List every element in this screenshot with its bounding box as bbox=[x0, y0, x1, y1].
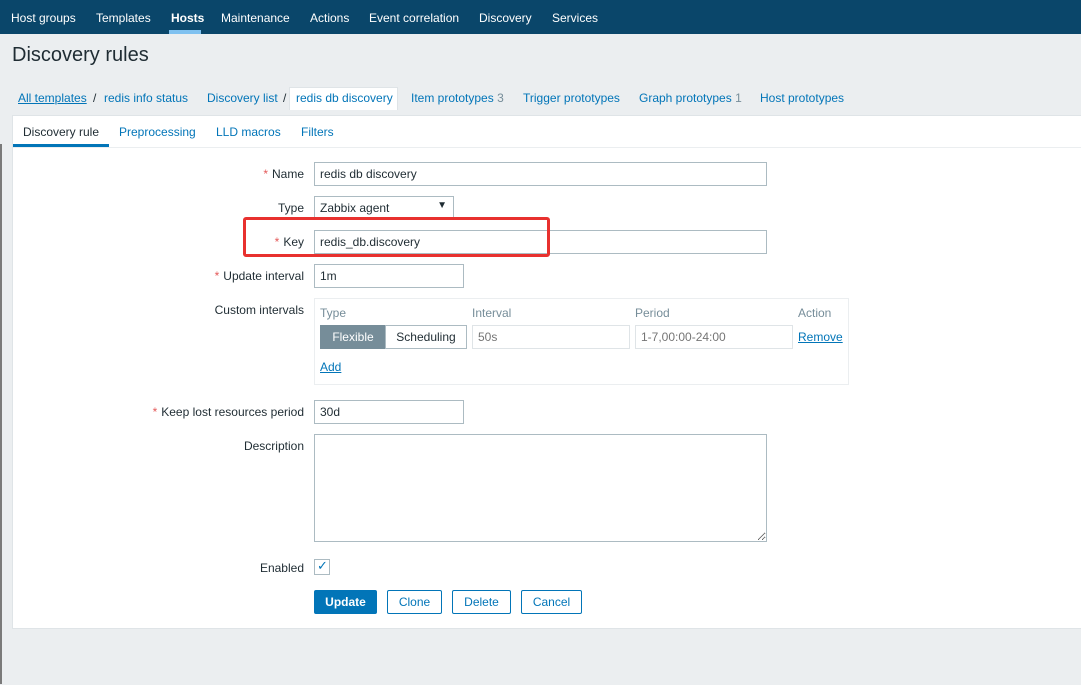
keep-lost-label-text: Keep lost resources period bbox=[161, 405, 304, 419]
breadcrumb-graph-prototypes[interactable]: Graph prototypes 1 bbox=[639, 91, 742, 105]
breadcrumb-template[interactable]: redis info status bbox=[104, 91, 188, 105]
breadcrumb-discovery-list[interactable]: Discovery list bbox=[207, 91, 278, 105]
nav-active-indicator bbox=[169, 30, 201, 34]
update-button[interactable]: Update bbox=[314, 590, 377, 614]
item-prototypes-label: Item prototypes bbox=[411, 91, 494, 105]
ci-scheduling-toggle[interactable]: Scheduling bbox=[385, 325, 467, 349]
required-mark: * bbox=[263, 167, 268, 181]
type-select[interactable]: Zabbix agent ▼ bbox=[314, 196, 454, 218]
nav-actions[interactable]: Actions bbox=[310, 0, 349, 34]
name-input[interactable] bbox=[314, 162, 767, 186]
tab-active-indicator bbox=[13, 144, 109, 147]
ci-action-header: Action bbox=[798, 306, 832, 320]
type-select-value: Zabbix agent bbox=[320, 201, 390, 215]
clone-button[interactable]: Clone bbox=[387, 590, 442, 614]
ci-period-header: Period bbox=[635, 306, 670, 320]
nav-discovery[interactable]: Discovery bbox=[479, 0, 532, 34]
tab-filters[interactable]: Filters bbox=[301, 125, 334, 139]
tab-preprocessing[interactable]: Preprocessing bbox=[119, 125, 196, 139]
top-navigation: Host groups Templates Hosts Maintenance … bbox=[0, 0, 1081, 34]
tab-discovery-rule[interactable]: Discovery rule bbox=[23, 125, 99, 139]
nav-host-groups[interactable]: Host groups bbox=[11, 0, 76, 34]
nav-templates[interactable]: Templates bbox=[96, 0, 151, 34]
custom-intervals-label: Custom intervals bbox=[214, 303, 304, 317]
nav-event-correlation[interactable]: Event correlation bbox=[369, 0, 459, 34]
left-edge-bar bbox=[0, 144, 2, 684]
required-mark: * bbox=[152, 405, 158, 419]
breadcrumb-host-prototypes[interactable]: Host prototypes bbox=[760, 91, 844, 105]
breadcrumb-separator: / bbox=[283, 91, 287, 105]
breadcrumb-separator: / bbox=[93, 91, 97, 105]
name-label: * Name bbox=[12, 167, 304, 181]
delete-button[interactable]: Delete bbox=[452, 590, 511, 614]
name-label-text: Name bbox=[271, 167, 304, 181]
breadcrumb-item-prototypes[interactable]: Item prototypes 3 bbox=[411, 91, 504, 105]
ci-period-input[interactable] bbox=[635, 325, 793, 349]
update-interval-label: * Update interval bbox=[12, 269, 304, 283]
key-label-text: Key bbox=[283, 235, 304, 249]
required-mark: * bbox=[214, 269, 220, 283]
keep-lost-input[interactable] bbox=[314, 400, 464, 424]
key-label: * Key bbox=[12, 235, 304, 249]
ci-interval-input[interactable] bbox=[472, 325, 630, 349]
nav-maintenance[interactable]: Maintenance bbox=[221, 0, 290, 34]
update-interval-label-text: Update interval bbox=[223, 269, 304, 283]
cancel-button[interactable]: Cancel bbox=[521, 590, 582, 614]
enabled-checkbox[interactable]: ✓ bbox=[314, 558, 330, 575]
breadcrumb-trigger-prototypes[interactable]: Trigger prototypes bbox=[523, 91, 620, 105]
required-mark: * bbox=[274, 235, 280, 249]
ci-interval-header: Interval bbox=[472, 306, 512, 320]
page-title: Discovery rules bbox=[12, 44, 149, 66]
graph-prototypes-count: 1 bbox=[735, 91, 742, 105]
enabled-label: Enabled bbox=[259, 561, 304, 575]
key-input[interactable] bbox=[314, 230, 767, 254]
ci-remove-link[interactable]: Remove bbox=[798, 330, 843, 344]
ci-add-link[interactable]: Add bbox=[320, 360, 341, 374]
breadcrumb-current[interactable]: redis db discovery bbox=[296, 91, 393, 105]
update-interval-input[interactable] bbox=[314, 264, 464, 288]
description-textarea[interactable] bbox=[314, 434, 767, 542]
description-label: Description bbox=[243, 439, 304, 453]
item-prototypes-count: 3 bbox=[497, 91, 504, 105]
chevron-down-icon: ▼ bbox=[437, 200, 447, 211]
breadcrumb-all-templates[interactable]: All templates bbox=[18, 91, 87, 105]
tab-bar: Discovery rule Preprocessing LLD macros … bbox=[13, 116, 1081, 148]
check-icon: ✓ bbox=[317, 558, 328, 573]
graph-prototypes-label: Graph prototypes bbox=[639, 91, 732, 105]
tab-lld-macros[interactable]: LLD macros bbox=[216, 125, 281, 139]
ci-flexible-toggle[interactable]: Flexible bbox=[320, 325, 386, 349]
ci-type-header: Type bbox=[320, 306, 347, 320]
nav-hosts[interactable]: Hosts bbox=[171, 0, 204, 34]
type-label: Type bbox=[277, 201, 304, 215]
keep-lost-label: * Keep lost resources period bbox=[12, 405, 304, 419]
nav-services[interactable]: Services bbox=[552, 0, 598, 34]
